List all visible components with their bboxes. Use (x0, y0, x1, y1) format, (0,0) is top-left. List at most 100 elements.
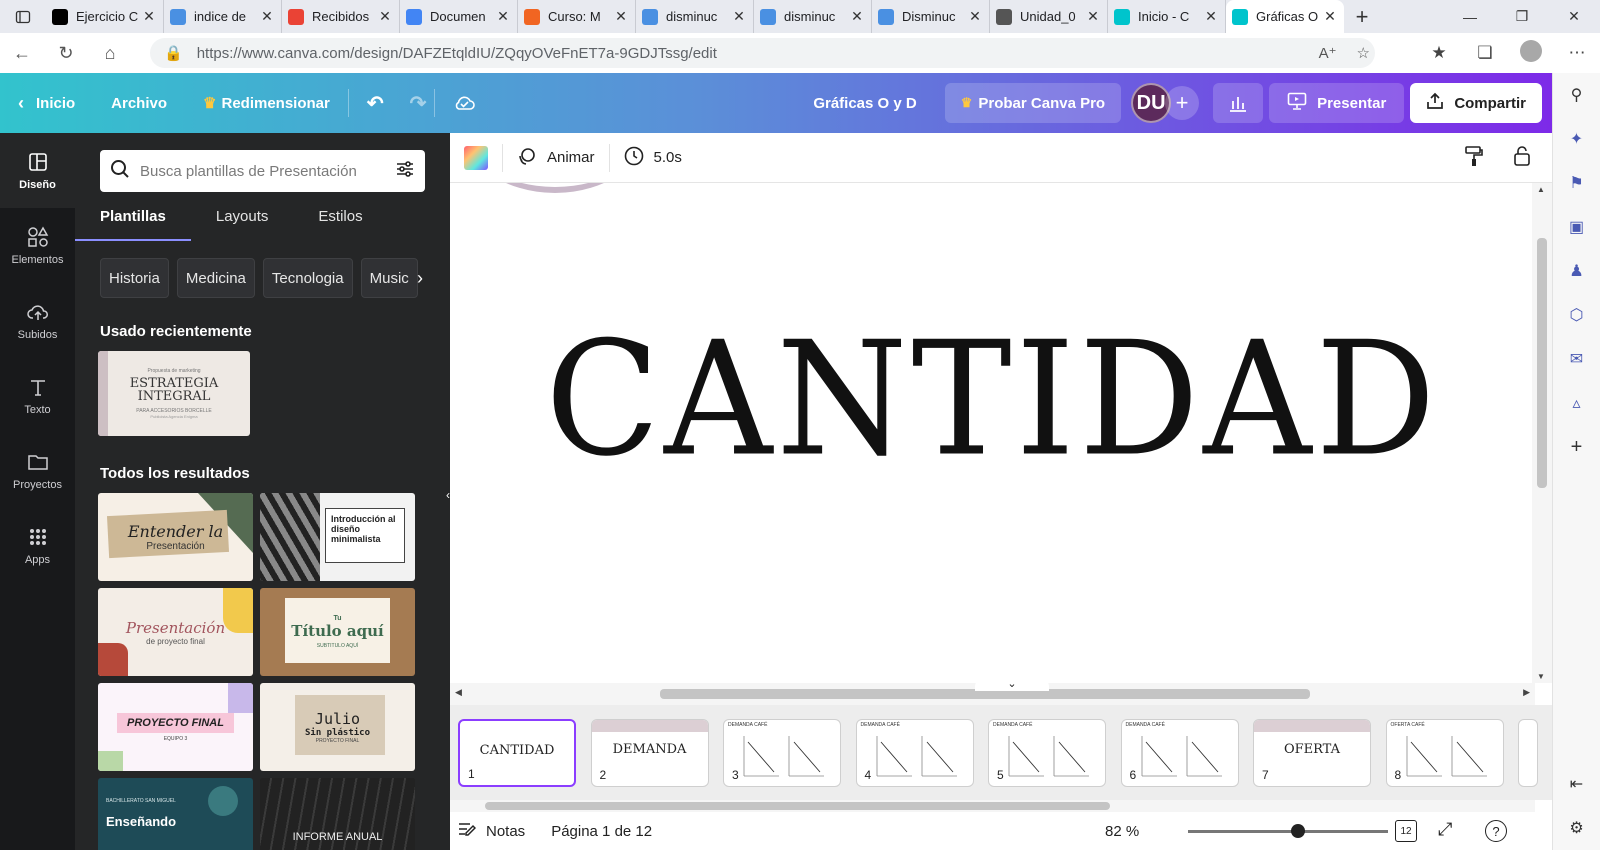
template-thumb[interactable]: INFORME ANUAL (260, 778, 415, 850)
fullscreen-icon[interactable]: ⤢ (1438, 819, 1452, 840)
page-thumbnail[interactable]: DEMANDA CAFÉ 3 (723, 719, 841, 787)
rail-item-folder[interactable]: Proyectos (0, 433, 75, 508)
category-chip[interactable]: Medicina (176, 258, 255, 298)
undo-icon[interactable]: ↶ (349, 73, 402, 133)
lock-icon[interactable] (1512, 145, 1532, 172)
read-aloud-icon[interactable]: A⁺ (1319, 44, 1337, 62)
background-color-button[interactable] (450, 133, 502, 183)
pages-scrollbar[interactable] (450, 800, 1535, 812)
close-tab-icon[interactable]: ✕ (495, 8, 511, 25)
panel-tab[interactable]: Estilos (318, 208, 362, 238)
help-icon[interactable]: ? (1485, 820, 1507, 842)
page-thumbnail[interactable]: CANTIDAD 1 (458, 719, 576, 787)
template-thumb[interactable]: Presentación de proyecto final (98, 588, 253, 676)
close-tab-icon[interactable]: ✕ (1085, 8, 1101, 25)
browser-tab[interactable]: disminuc ✕ (636, 0, 754, 33)
paint-format-icon[interactable] (1464, 145, 1484, 172)
rail-item-shapes[interactable]: Elementos (0, 208, 75, 283)
drop-icon[interactable]: ▵ (1553, 381, 1600, 425)
rail-item-upload-cloud[interactable]: Subidos (0, 283, 75, 358)
page-thumbnail[interactable]: DEMANDA CAFÉ 4 (855, 719, 974, 787)
cloud-saved-icon[interactable] (435, 73, 493, 133)
profile-icon[interactable] (1508, 39, 1554, 67)
refresh-icon[interactable]: ↻ (44, 33, 88, 73)
close-tab-icon[interactable]: ✕ (259, 8, 275, 25)
back-icon[interactable]: ← (0, 33, 44, 73)
template-search-input[interactable]: Busca plantillas de Presentación (100, 150, 425, 192)
resize-button[interactable]: ♛ Redimensionar (185, 73, 348, 133)
rail-item-apps-grid[interactable]: Apps (0, 508, 75, 583)
page-thumbnail[interactable]: OFERTA 7 (1253, 719, 1371, 787)
template-thumb[interactable]: Introducción al diseño minimalista (260, 493, 415, 581)
home-button[interactable]: ‹ Inicio (0, 73, 93, 133)
zoom-percent[interactable]: 82 % (1105, 823, 1139, 840)
browser-tab[interactable]: Disminuc ✕ (872, 0, 990, 33)
browser-tab[interactable]: Inicio - C ✕ (1108, 0, 1226, 33)
scroll-down-icon[interactable]: ▼ (1537, 672, 1545, 681)
insights-icon[interactable] (1213, 83, 1264, 123)
page-thumbnail[interactable]: OFERTA CAFÉ 8 (1385, 719, 1504, 787)
design-title[interactable]: Gráficas O y D (795, 73, 934, 133)
restore-icon[interactable]: ❐ (1496, 0, 1548, 33)
browser-tab[interactable]: Documen ✕ (400, 0, 518, 33)
close-tab-icon[interactable]: ✕ (731, 8, 747, 25)
animate-button[interactable]: Animar (503, 133, 609, 183)
close-window-icon[interactable]: ✕ (1548, 0, 1600, 33)
hide-sidebar-icon[interactable]: ⇤ (1553, 762, 1600, 806)
tab-actions-icon[interactable] (0, 0, 46, 33)
template-thumb[interactable]: Julio Sin plástico PROYECTO FINAL (260, 683, 415, 771)
rail-item-text[interactable]: Texto (0, 358, 75, 433)
settings-gear-icon[interactable]: ⚙ (1553, 806, 1600, 850)
zoom-slider-track[interactable] (1188, 830, 1388, 833)
category-chip[interactable]: Tecnologia (262, 258, 353, 298)
home-icon[interactable]: ⌂ (88, 33, 132, 73)
more-menu-icon[interactable]: ⋯ (1554, 43, 1600, 63)
scroll-left-icon[interactable]: ◀ (455, 687, 462, 698)
vertical-scrollbar[interactable]: ▲ ▼ (1532, 183, 1552, 683)
file-menu-button[interactable]: Archivo (93, 73, 185, 133)
favorites-icon[interactable]: ★ (1416, 43, 1462, 63)
template-thumb[interactable]: PROYECTO FINAL EQUIPO 3 (98, 683, 253, 771)
present-button[interactable]: Presentar (1269, 83, 1405, 123)
browser-tab[interactable]: disminuc ✕ (754, 0, 872, 33)
add-sidebar-app-icon[interactable]: + (1553, 425, 1600, 469)
browser-tab[interactable]: Gráficas O ✕ (1226, 0, 1344, 33)
close-tab-icon[interactable]: ✕ (967, 8, 983, 25)
new-tab-button[interactable]: + (1344, 0, 1380, 33)
template-thumb[interactable]: BACHILLERATO SAN MIGUEL Enseñando (98, 778, 253, 850)
design-canvas[interactable]: CANTIDAD (450, 183, 1535, 683)
add-collaborator-button[interactable]: + (1165, 86, 1200, 120)
url-field[interactable]: 🔒 https://www.canva.com/design/DAFZEtqld… (150, 38, 1375, 68)
share-button[interactable]: Compartir (1410, 83, 1542, 123)
notes-button[interactable]: Notas (458, 821, 525, 841)
recent-template-thumb[interactable]: Propuesta de marketing ESTRATEGIA INTEGR… (98, 351, 250, 436)
slide-title-text[interactable]: CANTIDAD (450, 309, 1535, 492)
template-thumb[interactable]: Entender la Presentación (98, 493, 253, 581)
vertical-scroll-thumb[interactable] (1537, 238, 1547, 488)
microsoft-365-icon[interactable]: ⬡ (1553, 293, 1600, 337)
tools-briefcase-icon[interactable]: ▣ (1553, 205, 1600, 249)
collections-icon[interactable]: ❏ (1462, 43, 1508, 63)
browser-tab[interactable]: Unidad_0 ✕ (990, 0, 1108, 33)
panel-tab[interactable]: Plantillas (75, 208, 191, 241)
favorite-add-icon[interactable]: ☆ (1357, 44, 1370, 62)
minimize-icon[interactable]: — (1444, 0, 1496, 33)
panel-tab[interactable]: Layouts (216, 208, 269, 238)
redo-icon[interactable]: ↷ (402, 73, 435, 133)
page-thumbnail[interactable]: DEMANDA CAFÉ 5 (988, 719, 1106, 787)
browser-tab[interactable]: Recibidos ✕ (282, 0, 400, 33)
page-thumbnail[interactable]: DEMANDA 2 (590, 719, 709, 787)
scroll-right-icon[interactable]: ▶ (1523, 687, 1530, 698)
chevron-down-icon[interactable]: ⌄ (975, 677, 1049, 691)
close-tab-icon[interactable]: ✕ (613, 8, 629, 25)
browser-tab[interactable]: Ejercicio C ✕ (46, 0, 164, 33)
shopping-tag-icon[interactable]: ⚑ (1553, 161, 1600, 205)
browser-tab[interactable]: Curso: M ✕ (518, 0, 636, 33)
page-grid-button[interactable]: 12 (1395, 820, 1417, 842)
category-chip[interactable]: Historia (100, 258, 169, 298)
close-tab-icon[interactable]: ✕ (1322, 8, 1338, 25)
close-tab-icon[interactable]: ✕ (1203, 8, 1219, 25)
try-pro-button[interactable]: ♛ Probar Canva Pro (944, 83, 1122, 123)
pages-scroll-thumb[interactable] (485, 802, 1110, 810)
rail-item-layout[interactable]: Diseño (0, 133, 75, 208)
